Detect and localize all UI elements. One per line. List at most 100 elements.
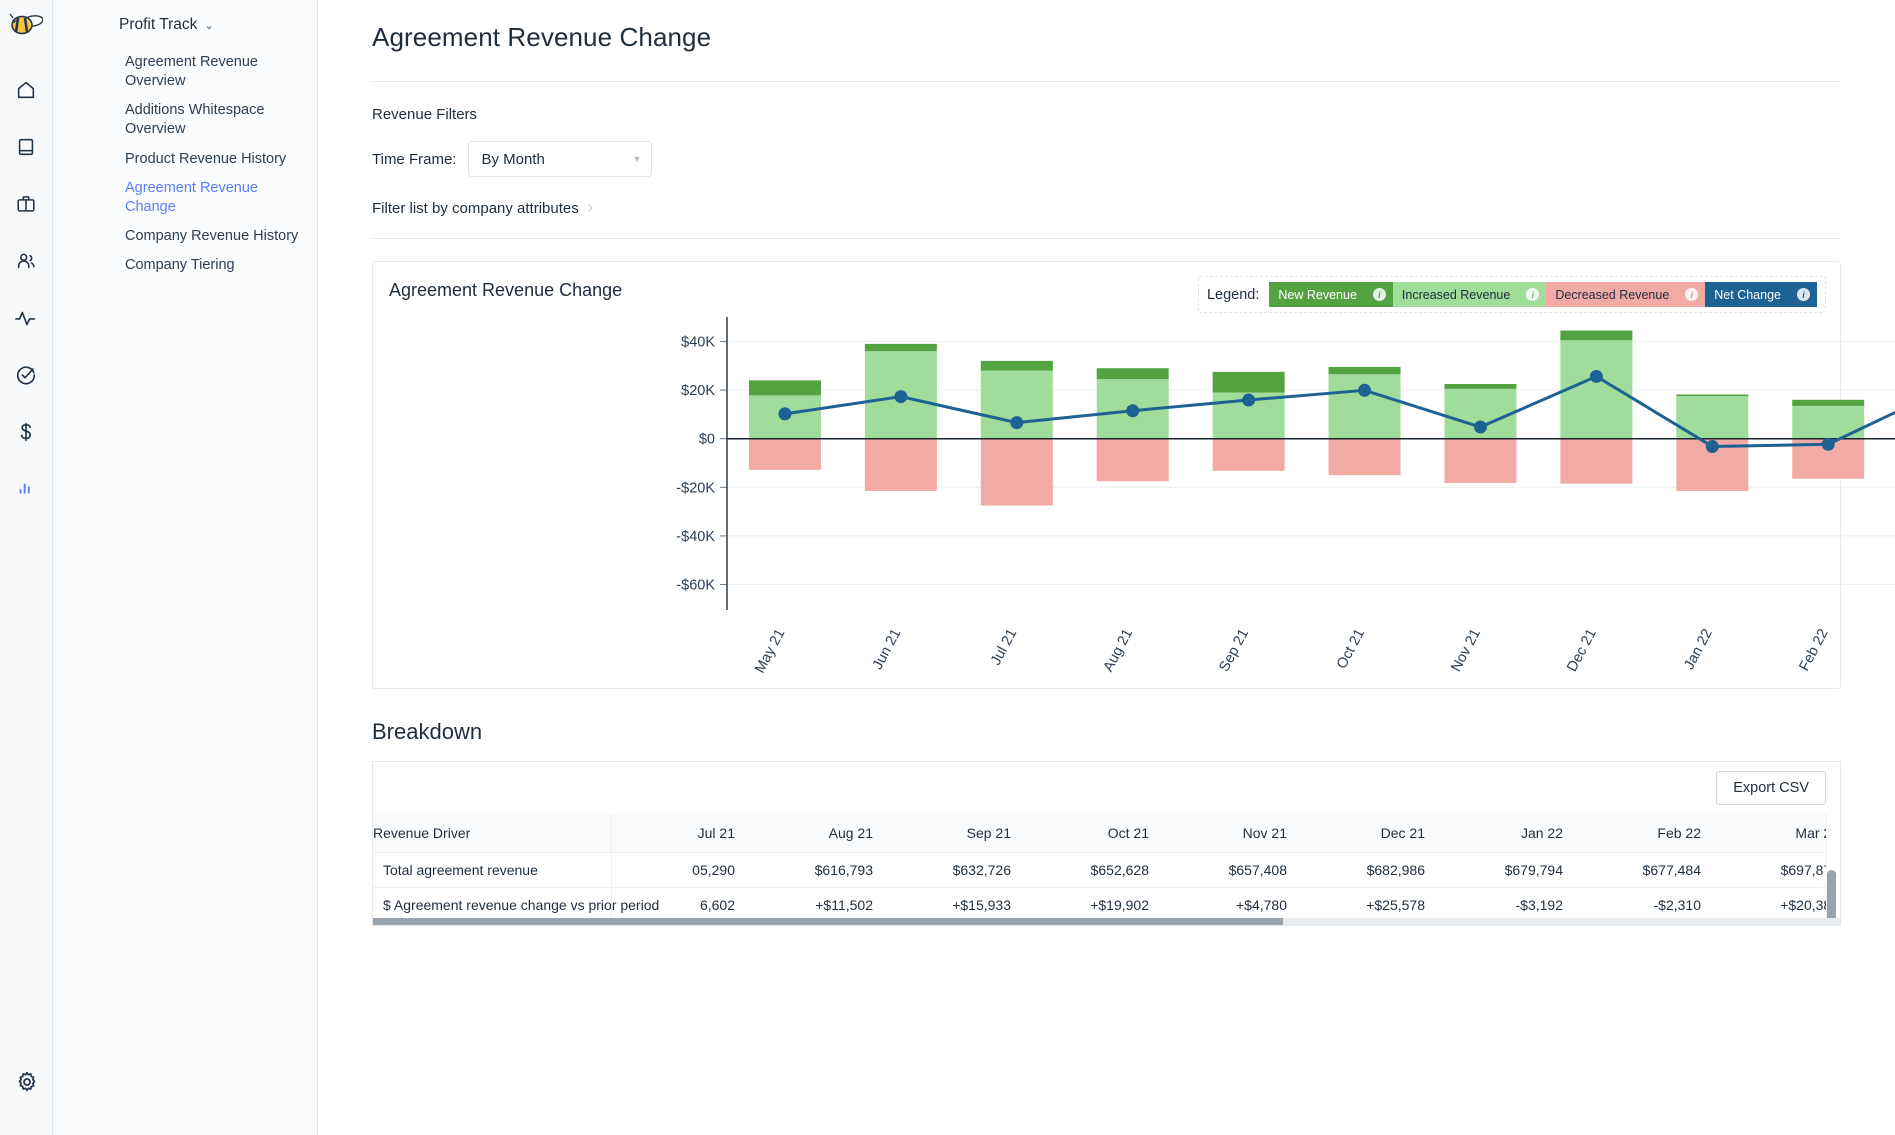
- nav-panel: Profit Track ⌄ Agreement Revenue Overvie…: [53, 0, 318, 1135]
- y-tick-label: -$40K: [676, 529, 715, 545]
- briefcase-icon[interactable]: [6, 184, 46, 224]
- table-col-header: Mar 22: [1715, 814, 1840, 853]
- point-net-change[interactable]: [1242, 393, 1256, 407]
- horizontal-scrollbar-thumb[interactable]: [373, 918, 1283, 925]
- chart-plot: $40K $20K $0 -$20K -$40K -$60K May 21 Jun 21 Jul…: [373, 314, 1895, 686]
- bar-decreased-revenue[interactable]: [1096, 438, 1169, 482]
- app-root: Profit Track ⌄ Agreement Revenue Overvie…: [0, 0, 1895, 1135]
- sidebar-item-company-revenue-history[interactable]: Company Revenue History: [53, 222, 317, 251]
- check-circle-icon[interactable]: [6, 355, 46, 395]
- info-icon[interactable]: i: [1685, 288, 1699, 301]
- legend-item-decreased-revenue[interactable]: Decreased Revenue i: [1546, 282, 1706, 307]
- bar-new-revenue[interactable]: [980, 360, 1053, 371]
- table-cell-value: 05,290: [611, 852, 749, 888]
- point-net-change[interactable]: [894, 390, 908, 404]
- legend-item-increased-revenue[interactable]: Increased Revenue i: [1392, 282, 1547, 307]
- chart-legend: Legend: New Revenue i Increased Revenue …: [1197, 276, 1826, 313]
- filters-divider: [372, 238, 1841, 239]
- table-cell-value: $616,793: [749, 852, 887, 888]
- x-tick-label: Sep 21: [1216, 626, 1252, 674]
- x-tick-label: May 21: [752, 626, 788, 676]
- bar-decreased-revenue[interactable]: [1212, 438, 1285, 471]
- table-col-header: Aug 21: [749, 814, 887, 853]
- chart-svg: $40K $20K $0 -$20K -$40K -$60K May 21 Jun 21 Jul…: [676, 317, 1895, 676]
- bar-new-revenue[interactable]: [1096, 368, 1169, 380]
- table-cell-value: $632,726: [887, 852, 1025, 888]
- sidebar-item-additions-whitespace-overview[interactable]: Additions Whitespace Overview: [53, 96, 317, 144]
- point-net-change[interactable]: [1010, 416, 1024, 430]
- bar-chart-icon[interactable]: [6, 469, 46, 509]
- sidebar-item-product-revenue-history[interactable]: Product Revenue History: [53, 145, 317, 174]
- time-frame-value: By Month: [481, 150, 545, 168]
- bar-new-revenue[interactable]: [1328, 366, 1401, 375]
- table-cell-value: $679,794: [1439, 852, 1577, 888]
- legend-label: Legend:: [1206, 286, 1260, 303]
- bar-new-revenue[interactable]: [864, 343, 937, 352]
- sidebar-item-agreement-revenue-overview[interactable]: Agreement Revenue Overview: [53, 48, 317, 96]
- gear-icon[interactable]: [7, 1062, 47, 1102]
- time-frame-select[interactable]: By Month ▼: [468, 141, 653, 177]
- bar-new-revenue[interactable]: [748, 380, 821, 396]
- legend-item-label: Increased Revenue: [1401, 287, 1511, 302]
- table-row: Total agreement revenue 05,290 $616,793 $63…: [373, 852, 1840, 888]
- sidebar-item-agreement-revenue-change[interactable]: Agreement Revenue Change: [53, 174, 317, 222]
- export-csv-button[interactable]: Export CSV: [1716, 771, 1826, 805]
- x-tick-label: Jan 22: [1681, 626, 1716, 672]
- activity-icon[interactable]: [6, 298, 46, 338]
- info-icon[interactable]: i: [1372, 288, 1386, 301]
- breakdown-table-container: Export CSV Revenue Driver Jul 21 Aug 21 Sep…: [372, 761, 1841, 926]
- people-icon[interactable]: [6, 241, 46, 281]
- table-cell-value: $652,628: [1025, 852, 1163, 888]
- filter-by-attributes-toggle[interactable]: Filter list by company attributes ›: [372, 199, 1841, 217]
- horizontal-scrollbar-track[interactable]: [373, 918, 1840, 925]
- bar-new-revenue[interactable]: [1792, 399, 1865, 406]
- bar-decreased-revenue[interactable]: [748, 438, 821, 470]
- point-net-change[interactable]: [778, 407, 792, 421]
- nav-group-title[interactable]: Profit Track ⌄: [53, 12, 317, 48]
- point-net-change[interactable]: [1126, 404, 1140, 418]
- bar-new-revenue[interactable]: [1212, 371, 1285, 393]
- legend-item-new-revenue[interactable]: New Revenue i: [1269, 282, 1393, 307]
- y-tick-label: $20K: [681, 383, 715, 399]
- table-cell-value: $657,408: [1163, 852, 1301, 888]
- bar-new-revenue[interactable]: [1676, 394, 1749, 397]
- bar-decreased-revenue[interactable]: [1328, 438, 1401, 476]
- info-icon[interactable]: i: [1797, 288, 1810, 301]
- x-tick-label: Oct 21: [1334, 626, 1368, 671]
- breakdown-table: Revenue Driver Jul 21 Aug 21 Sep 21 Oct 21 No…: [373, 814, 1840, 925]
- y-tick-label: $0: [699, 432, 715, 448]
- legend-item-label: Net Change: [1714, 287, 1781, 302]
- book-icon[interactable]: [6, 127, 46, 167]
- bar-new-revenue[interactable]: [1444, 383, 1517, 389]
- bar-decreased-revenue[interactable]: [1444, 438, 1517, 483]
- time-frame-label: Time Frame:: [372, 150, 457, 168]
- sidebar-item-company-tiering[interactable]: Company Tiering: [53, 251, 317, 280]
- bar-new-revenue[interactable]: [1560, 330, 1633, 341]
- bar-decreased-revenue[interactable]: [864, 438, 937, 491]
- home-icon[interactable]: [6, 70, 46, 110]
- bar-increased-revenue[interactable]: [1560, 340, 1633, 439]
- table-col-header: Oct 21: [1025, 814, 1163, 853]
- point-net-change[interactable]: [1358, 383, 1372, 397]
- info-icon[interactable]: i: [1526, 288, 1540, 301]
- point-net-change[interactable]: [1589, 369, 1603, 383]
- chevron-right-icon: ›: [587, 199, 594, 216]
- table-body: Total agreement revenue 05,290 $616,793 $63…: [373, 852, 1840, 925]
- bar-decreased-revenue[interactable]: [980, 438, 1053, 506]
- dollar-icon[interactable]: [6, 412, 46, 452]
- y-tick-label: -$60K: [676, 578, 715, 594]
- legend-item-net-change[interactable]: Net Change i: [1705, 282, 1817, 307]
- point-net-change[interactable]: [1821, 437, 1835, 451]
- bar-decreased-revenue[interactable]: [1560, 438, 1633, 484]
- point-net-change[interactable]: [1705, 439, 1719, 453]
- table-col-header: Sep 21: [887, 814, 1025, 853]
- vertical-scrollbar-track[interactable]: [1826, 814, 1839, 925]
- x-tick-label: Dec 21: [1564, 626, 1600, 674]
- chevron-down-icon: ▼: [632, 154, 642, 164]
- chart-card: Agreement Revenue Change Legend: New Rev…: [372, 261, 1895, 689]
- table-cell-driver: Total agreement revenue: [373, 852, 612, 888]
- breakdown-title: Breakdown: [372, 719, 483, 744]
- icon-rail: [0, 0, 53, 1135]
- bee-logo[interactable]: [9, 12, 44, 44]
- point-net-change[interactable]: [1473, 420, 1487, 434]
